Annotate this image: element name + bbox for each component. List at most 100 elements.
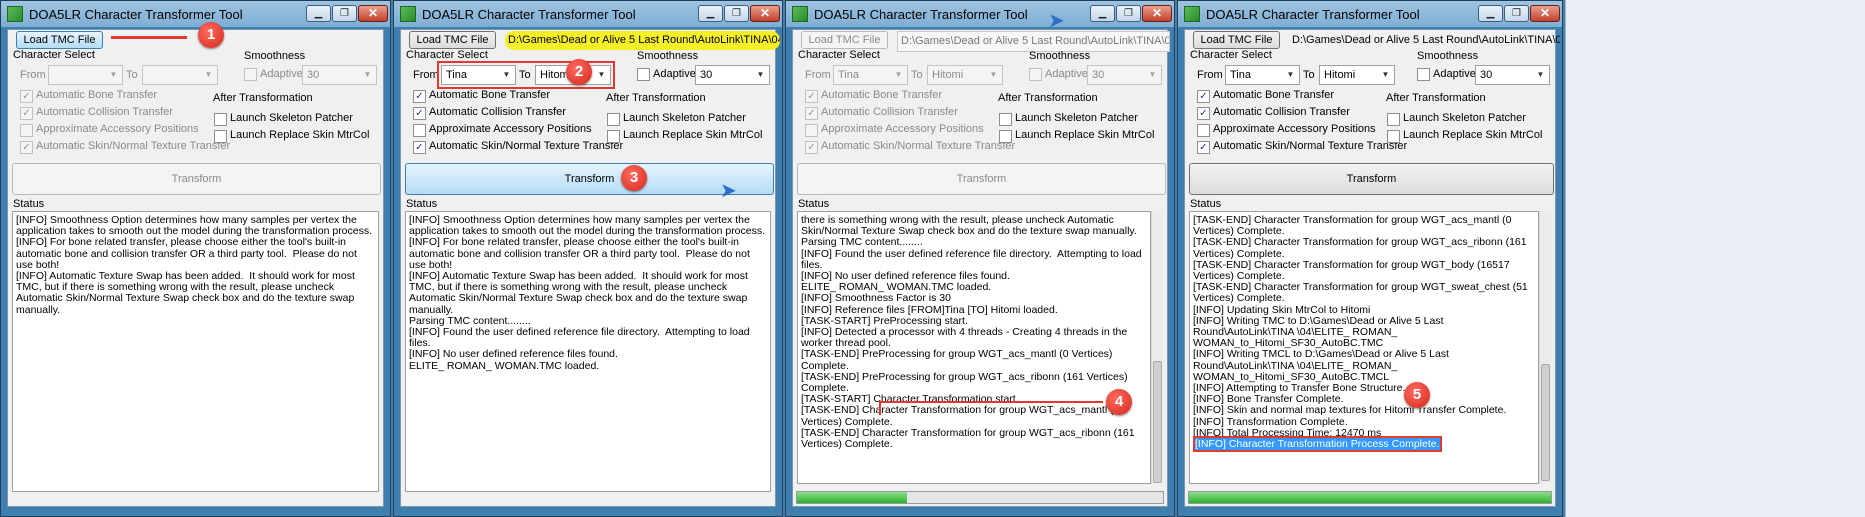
replace-skin-checkbox[interactable] — [214, 130, 227, 143]
adaptive-label: Adaptive — [1045, 68, 1088, 80]
accessory-positions-checkbox[interactable] — [1197, 124, 1210, 137]
status-log[interactable]: [INFO] Smoothness Option determines how … — [405, 211, 771, 492]
title-bar[interactable]: DOA5LR Character Transformer Tool ▁ ❐ ✕ — [786, 1, 1174, 27]
load-tmc-button[interactable]: Load TMC File — [409, 31, 496, 49]
to-select[interactable]: Hitomi ▼ — [927, 65, 1003, 85]
adaptive-checkbox[interactable] — [1417, 68, 1430, 81]
replace-skin-label: Launch Replace Skin MtrCol — [230, 129, 370, 141]
after-transformation-label: After Transformation — [213, 92, 313, 104]
skin-texture-checkbox[interactable]: ✓ — [805, 141, 818, 154]
minimize-button[interactable]: ▁ — [1090, 5, 1115, 22]
client-area: Load TMC File Character Select From ▼ To… — [7, 29, 384, 507]
bone-transfer-checkbox[interactable]: ✓ — [20, 90, 33, 103]
collision-transfer-checkbox[interactable]: ✓ — [20, 107, 33, 120]
skin-texture-checkbox[interactable]: ✓ — [413, 141, 426, 154]
minimize-button[interactable]: ▁ — [306, 5, 331, 22]
adaptive-label: Adaptive — [653, 68, 696, 80]
adaptive-checkbox[interactable] — [637, 68, 650, 81]
from-select[interactable]: Tina ▼ — [1225, 65, 1300, 85]
smoothness-value: 30 — [307, 69, 320, 81]
smoothness-select[interactable]: 30 ▼ — [1087, 65, 1162, 85]
minimize-button[interactable]: ▁ — [698, 5, 723, 22]
transform-button[interactable]: Transform — [12, 163, 381, 195]
status-log-line: [TASK-END] Character Transformation for … — [1193, 258, 1513, 283]
smoothness-select[interactable]: 30 ▼ — [1475, 65, 1550, 85]
adaptive-checkbox[interactable] — [244, 68, 257, 81]
character-select-label: Character Select — [798, 49, 880, 61]
skin-texture-checkbox[interactable]: ✓ — [1197, 141, 1210, 154]
restore-button[interactable]: ❐ — [1116, 5, 1141, 22]
close-button[interactable]: ✕ — [1142, 5, 1172, 22]
replace-skin-checkbox[interactable] — [1387, 130, 1400, 143]
status-log-line: [TASK-END] Character Transformation for … — [801, 404, 1119, 428]
accessory-positions-checkbox[interactable] — [413, 124, 426, 137]
restore-button[interactable]: ❐ — [1504, 5, 1529, 22]
load-tmc-button[interactable]: Load TMC File — [1193, 31, 1280, 49]
chevron-down-icon: ▼ — [1286, 70, 1295, 79]
collision-transfer-label: Automatic Collision Transfer — [36, 106, 173, 118]
from-select[interactable]: Tina ▼ — [833, 65, 908, 85]
replace-skin-checkbox[interactable] — [607, 130, 620, 143]
collision-transfer-checkbox[interactable]: ✓ — [1197, 107, 1210, 120]
smoothness-label: Smoothness — [637, 50, 699, 62]
replace-skin-checkbox[interactable] — [999, 130, 1012, 143]
skeleton-patcher-label: Launch Skeleton Patcher — [623, 112, 746, 124]
minimize-button[interactable]: ▁ — [1478, 5, 1503, 22]
skeleton-patcher-checkbox[interactable] — [607, 113, 620, 126]
smoothness-select[interactable]: 30 ▼ — [695, 65, 770, 85]
adaptive-checkbox[interactable] — [1029, 68, 1042, 81]
from-select[interactable]: ▼ — [48, 65, 123, 85]
progress-fill — [797, 492, 907, 503]
tmc-path-field[interactable]: D:\Games\Dead or Alive 5 Last Round\Auto… — [897, 31, 1170, 52]
transform-button[interactable]: Transform — [1189, 163, 1554, 195]
status-scrollbar[interactable] — [1539, 211, 1551, 484]
accessory-positions-checkbox[interactable] — [805, 124, 818, 137]
app-icon — [792, 6, 808, 22]
accessory-positions-label: Approximate Accessory Positions — [429, 123, 592, 135]
bone-transfer-checkbox[interactable]: ✓ — [805, 90, 818, 103]
title-bar[interactable]: DOA5LR Character Transformer Tool ▁ ❐ ✕ — [394, 1, 782, 27]
load-tmc-button[interactable]: Load TMC File — [16, 31, 103, 49]
skin-texture-label: Automatic Skin/Normal Texture Transfer — [36, 140, 231, 152]
tmc-path-field[interactable]: D:\Games\Dead or Alive 5 Last Round\Auto… — [1289, 31, 1560, 50]
chevron-down-icon: ▼ — [1536, 70, 1545, 79]
tmc-path-field[interactable]: D:\Games\Dead or Alive 5 Last Round\Auto… — [505, 31, 780, 50]
close-button[interactable]: ✕ — [750, 5, 780, 22]
skeleton-patcher-checkbox[interactable] — [1387, 113, 1400, 126]
progress-fill — [1189, 492, 1551, 503]
skeleton-patcher-checkbox[interactable] — [999, 113, 1012, 126]
collision-transfer-checkbox[interactable]: ✓ — [413, 107, 426, 120]
scrollbar-thumb[interactable] — [1153, 361, 1162, 484]
transform-button[interactable]: Transform — [405, 163, 774, 195]
close-button[interactable]: ✕ — [358, 5, 388, 22]
load-tmc-button[interactable]: Load TMC File — [801, 31, 888, 49]
status-log[interactable]: [INFO] Smoothness Option determines how … — [12, 211, 379, 492]
status-log[interactable]: [TASK-END] Character Transformation for … — [1189, 211, 1539, 484]
restore-button[interactable]: ❐ — [332, 5, 357, 22]
status-scrollbar[interactable] — [1151, 211, 1163, 484]
bone-transfer-checkbox[interactable]: ✓ — [1197, 90, 1210, 103]
smoothness-value: 30 — [1480, 69, 1493, 81]
smoothness-select[interactable]: 30 ▼ — [302, 65, 377, 85]
title-bar[interactable]: DOA5LR Character Transformer Tool ▁ ❐ ✕ — [1178, 1, 1562, 27]
status-log-line: there is something wrong with the result… — [801, 214, 1137, 238]
accessory-positions-checkbox[interactable] — [20, 124, 33, 137]
title-bar[interactable]: DOA5LR Character Transformer Tool ▁ ❐ ✕ — [1, 1, 390, 27]
collision-transfer-checkbox[interactable]: ✓ — [805, 107, 818, 120]
replace-skin-label: Launch Replace Skin MtrCol — [623, 129, 763, 141]
transform-button[interactable]: Transform — [797, 163, 1166, 195]
status-log-lines: [TASK-END] Character Transformation for … — [1193, 214, 1535, 453]
close-button[interactable]: ✕ — [1530, 5, 1560, 22]
to-select[interactable]: ▼ — [142, 65, 218, 85]
bone-transfer-checkbox[interactable]: ✓ — [413, 90, 426, 103]
status-log-line: [INFO] Found the user defined reference … — [801, 247, 1145, 271]
to-label: To — [126, 69, 138, 81]
scrollbar-thumb[interactable] — [1541, 363, 1550, 481]
after-transformation-label: After Transformation — [606, 92, 706, 104]
skin-texture-checkbox[interactable]: ✓ — [20, 141, 33, 154]
skeleton-patcher-checkbox[interactable] — [214, 113, 227, 126]
status-log-line: [TASK-END] Character Transformation for … — [1193, 214, 1515, 238]
to-select[interactable]: Hitomi ▼ — [1319, 65, 1395, 85]
restore-button[interactable]: ❐ — [724, 5, 749, 22]
status-log[interactable]: there is something wrong with the result… — [797, 211, 1151, 484]
